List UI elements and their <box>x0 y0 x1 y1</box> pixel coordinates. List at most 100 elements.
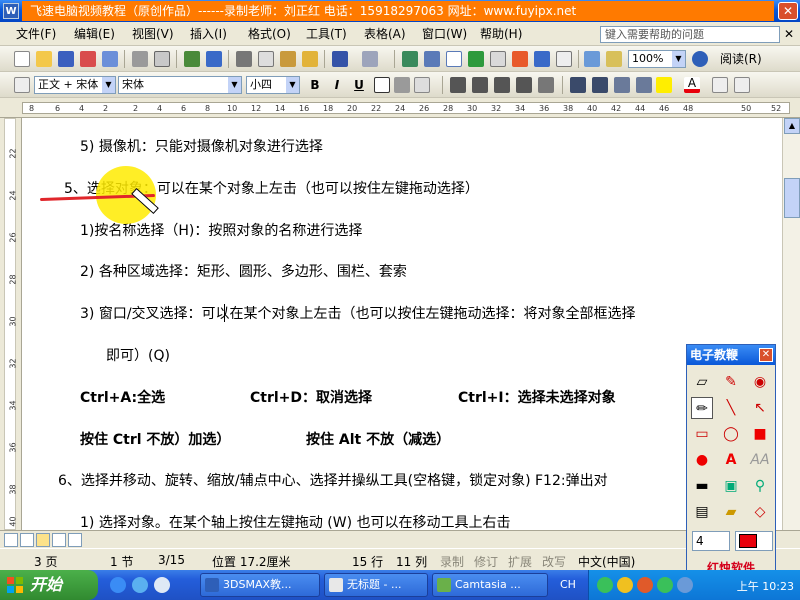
char-shading-icon[interactable] <box>394 77 410 93</box>
window-close-button[interactable]: ✕ <box>778 2 798 20</box>
save-icon[interactable] <box>58 51 74 67</box>
paste-icon[interactable] <box>280 51 296 67</box>
ie-icon[interactable] <box>110 577 126 593</box>
line-tool-icon[interactable]: ╲ <box>720 397 742 419</box>
increase-indent-icon[interactable] <box>636 77 652 93</box>
scroll-up-icon[interactable]: ▲ <box>784 118 800 134</box>
arrow-tool-icon[interactable]: ↖ <box>749 397 771 419</box>
web-view-icon[interactable] <box>20 533 34 547</box>
blackboard-icon[interactable]: ▬ <box>691 475 713 497</box>
menu-file[interactable]: 文件(F) <box>16 26 56 42</box>
rectangle-tool-icon[interactable]: ▭ <box>691 423 713 445</box>
status-overtype[interactable]: 改写 <box>542 553 566 570</box>
justify-icon[interactable] <box>450 77 466 93</box>
reading-mode-button[interactable]: 阅读(R) <box>720 50 762 68</box>
save-drawing-icon[interactable]: ▤ <box>691 501 713 523</box>
align-right-icon[interactable] <box>494 77 510 93</box>
text-outline-tool-icon[interactable]: AA <box>749 449 771 471</box>
outline-view-icon[interactable] <box>52 533 66 547</box>
new-doc-icon[interactable] <box>14 51 30 67</box>
pen-size-dropdown[interactable]: 4 <box>692 531 730 551</box>
ink-comment-icon[interactable] <box>606 51 622 67</box>
ink-icon[interactable] <box>584 51 600 67</box>
menu-tools[interactable]: 工具(T) <box>306 26 347 42</box>
open-drawing-icon[interactable]: ▰ <box>720 501 742 523</box>
doc-close-icon[interactable]: ✕ <box>784 27 794 41</box>
line-spacing-icon[interactable] <box>538 77 554 93</box>
bullets-icon[interactable] <box>592 77 608 93</box>
columns-icon[interactable] <box>490 51 506 67</box>
vertical-ruler[interactable]: 22 24 26 28 30 32 34 36 38 40 <box>0 118 22 530</box>
menu-edit[interactable]: 编辑(E) <box>74 26 115 42</box>
task-camtasia[interactable]: Camtasia ... <box>432 573 548 597</box>
horizontal-ruler[interactable]: 8 6 4 2 2 4 6 8 10 12 14 16 18 20 22 24 … <box>0 98 800 118</box>
paint-bucket-icon[interactable]: ◉ <box>749 371 771 393</box>
pen-tool-icon[interactable]: ✏ <box>691 397 713 419</box>
menu-view[interactable]: 视图(V) <box>132 26 174 42</box>
help-icon[interactable] <box>692 51 708 67</box>
teaching-pen-palette[interactable]: 电子教鞭 ✕ ▱ ✎ ◉ ✏ ╲ ↖ ▭ ◯ ■ ● A AA ▬ ▣ ⚲ ▤ … <box>686 344 776 580</box>
dropper-icon[interactable]: ✎ <box>720 371 742 393</box>
italic-button[interactable]: I <box>328 77 346 93</box>
research-icon[interactable] <box>206 51 222 67</box>
scroll-thumb[interactable] <box>784 178 800 218</box>
style-dropdown[interactable]: 正文 + 宋体 ▼ <box>34 76 116 94</box>
pen-color-dropdown[interactable] <box>735 531 773 551</box>
media-icon[interactable] <box>132 577 148 593</box>
font-dropdown[interactable]: 宋体 ▼ <box>118 76 242 94</box>
filled-rect-tool-icon[interactable]: ■ <box>749 423 771 445</box>
text-tool-icon[interactable]: A <box>720 449 742 471</box>
open-folder-icon[interactable] <box>36 51 52 67</box>
numbering-icon[interactable] <box>570 77 586 93</box>
insert-table-icon[interactable] <box>446 51 462 67</box>
hyperlink-icon[interactable] <box>402 51 418 67</box>
tray-network-icon[interactable] <box>597 577 613 593</box>
tray-app-icon[interactable] <box>637 577 653 593</box>
bold-button[interactable]: B <box>306 77 324 93</box>
tables-borders-icon[interactable] <box>424 51 440 67</box>
styles-icon[interactable] <box>14 77 30 93</box>
screen-capture-icon[interactable]: ▣ <box>720 475 742 497</box>
shrink-font-icon[interactable] <box>734 77 750 93</box>
print-view-icon[interactable] <box>36 533 50 547</box>
menu-insert[interactable]: 插入(I) <box>190 26 227 42</box>
input-language[interactable]: CH <box>560 578 576 591</box>
font-size-dropdown[interactable]: 小四 ▼ <box>246 76 300 94</box>
task-3dsmax[interactable]: 3DSMAX教... <box>200 573 320 597</box>
eraser-icon[interactable]: ▱ <box>691 371 713 393</box>
help-search-input[interactable]: 键入需要帮助的问题 <box>600 26 780 43</box>
status-track[interactable]: 修订 <box>474 553 498 570</box>
show-hide-icon[interactable] <box>556 51 572 67</box>
palette-close-button[interactable]: ✕ <box>759 348 773 362</box>
horizontal-scrollbar[interactable] <box>0 530 800 548</box>
enlarge-font-icon[interactable] <box>712 77 728 93</box>
spelling-icon[interactable] <box>184 51 200 67</box>
email-icon[interactable] <box>102 51 118 67</box>
print-icon[interactable] <box>132 51 148 67</box>
task-untitled[interactable]: 无标题 - ... <box>324 573 428 597</box>
menu-format[interactable]: 格式(O) <box>248 26 291 42</box>
tray-sync-icon[interactable] <box>657 577 673 593</box>
font-color-icon[interactable]: A <box>684 77 700 93</box>
permission-icon[interactable] <box>80 51 96 67</box>
menu-help[interactable]: 帮助(H) <box>480 26 522 42</box>
insert-excel-icon[interactable] <box>468 51 484 67</box>
ellipse-tool-icon[interactable]: ◯ <box>720 423 742 445</box>
clear-drawing-icon[interactable]: ◇ <box>749 501 771 523</box>
desktop-icon[interactable] <box>154 577 170 593</box>
reading-view-icon[interactable] <box>68 533 82 547</box>
print-preview-icon[interactable] <box>154 51 170 67</box>
tray-volume-icon[interactable] <box>677 577 693 593</box>
undo-icon[interactable] <box>332 51 348 67</box>
format-painter-icon[interactable] <box>302 51 318 67</box>
zoom-dropdown[interactable]: 100% ▼ <box>628 50 686 68</box>
highlight-icon[interactable] <box>656 77 672 93</box>
normal-view-icon[interactable] <box>4 533 18 547</box>
status-record[interactable]: 录制 <box>440 553 464 570</box>
menu-table[interactable]: 表格(A) <box>364 26 406 42</box>
status-extend[interactable]: 扩展 <box>508 553 532 570</box>
char-border-icon[interactable] <box>374 77 390 93</box>
filled-ellipse-tool-icon[interactable]: ● <box>691 449 713 471</box>
distribute-icon[interactable] <box>516 77 532 93</box>
redo-icon[interactable] <box>362 51 378 67</box>
